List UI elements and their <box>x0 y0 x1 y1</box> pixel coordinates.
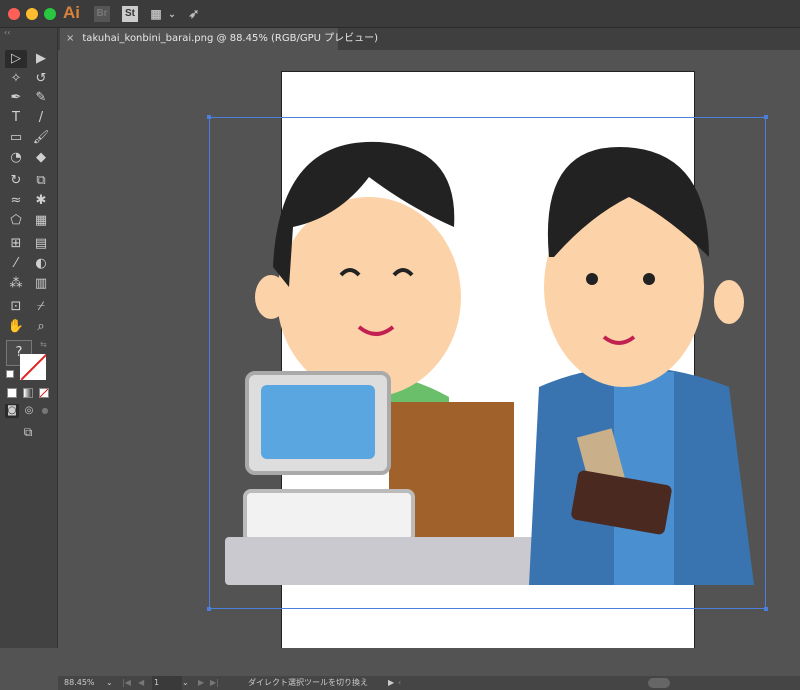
default-fill-stroke-icon[interactable] <box>6 370 14 378</box>
artboard-dropdown-icon[interactable]: ⌄ <box>182 676 189 690</box>
magic-wand-tool-icon[interactable]: ✧ <box>5 70 27 88</box>
last-artboard-button[interactable]: ▶| <box>210 676 219 690</box>
scroll-left-icon[interactable]: ‹ <box>398 676 401 690</box>
eyedropper-tool-icon[interactable]: ⁄ <box>5 255 27 273</box>
clerk-face <box>277 197 461 397</box>
workspace-layout-icon[interactable]: ▦ <box>148 6 164 22</box>
first-artboard-button[interactable]: |◀ <box>122 676 131 690</box>
rotate-tool-icon[interactable]: ↻ <box>5 172 27 190</box>
horizontal-scrollbar-thumb[interactable] <box>648 678 670 688</box>
gradient-mode-icon[interactable] <box>23 388 33 398</box>
blend-tool-icon[interactable]: ◐ <box>30 255 52 273</box>
draw-normal-icon[interactable]: ◙ <box>5 404 19 418</box>
document-tab-bar: × takuhai_konbini_barai.png @ 88.45% (RGB… <box>58 28 800 50</box>
stock-icon[interactable]: St <box>122 6 138 22</box>
bridge-icon[interactable]: Br <box>94 6 110 22</box>
collapse-panel-icon[interactable]: ‹‹ <box>4 28 10 37</box>
register-base <box>243 489 415 543</box>
none-mode-icon[interactable] <box>39 388 49 398</box>
hand-tool-icon[interactable]: ✋ <box>5 318 27 336</box>
shape-builder-tool-icon[interactable]: ⬠ <box>5 212 27 230</box>
perspective-grid-tool-icon[interactable]: ▦ <box>30 212 52 230</box>
shaper-tool-icon[interactable]: ◔ <box>5 149 27 167</box>
stroke-swatch[interactable] <box>20 354 46 380</box>
warp-tool-icon[interactable]: ≈ <box>5 192 27 210</box>
zoom-tool-icon[interactable]: ⌕ <box>30 318 52 336</box>
swap-fill-stroke-icon[interactable]: ⇆ <box>40 340 47 349</box>
scale-tool-icon[interactable]: ⧉ <box>30 172 52 190</box>
clerk-ear <box>255 275 287 319</box>
slice-tool-icon[interactable]: ⌿ <box>30 298 52 316</box>
next-artboard-button[interactable]: ▶ <box>198 676 204 690</box>
placed-illustration[interactable] <box>209 117 766 609</box>
puppet-warp-tool-icon[interactable]: ✱ <box>30 192 52 210</box>
minimize-window-button[interactable] <box>26 8 38 20</box>
zoom-window-button[interactable] <box>44 8 56 20</box>
column-graph-tool-icon[interactable]: ▥ <box>30 275 52 293</box>
selection-tool-icon[interactable]: ▷ <box>5 50 27 68</box>
draw-inside-icon[interactable]: ● <box>38 404 52 418</box>
gpu-performance-rocket-icon[interactable]: ➶ <box>186 6 202 22</box>
symbol-sprayer-tool-icon[interactable]: ⁂ <box>5 275 27 293</box>
status-bar: 88.45% ⌄ |◀ ◀ 1 ⌄ ▶ ▶| ダイレクト選択ツールを切り換え ▶… <box>58 648 800 690</box>
artboard-tool-icon[interactable]: ⊡ <box>5 298 27 316</box>
tools-panel: ‹‹ ▷ ▶ ✧ ↺ ✒ ✎ T / ▭ 🖌 ◔ ◆ ↻ ⧉ ≈ ✱ ⬠ ▦ ⊞ ▤ ⁄ ◐ ⁂ ▥ ⊡ ⌿ ✋ ⌕ ? ⇆ ◙ ◎ … <box>0 28 58 648</box>
status-tool-hint[interactable]: ダイレクト選択ツールを切り換え <box>248 676 368 690</box>
close-window-button[interactable] <box>8 8 20 20</box>
gradient-tool-icon[interactable]: ▤ <box>30 235 52 253</box>
chevron-down-icon[interactable]: ⌄ <box>164 6 180 22</box>
screen-mode-icon[interactable]: ⧉ <box>17 424 39 440</box>
title-bar: Ai Br St ▦ ⌄ ➶ <box>0 0 800 28</box>
eraser-tool-icon[interactable]: ◆ <box>30 149 52 167</box>
document-tab[interactable]: × takuhai_konbini_barai.png @ 88.45% (RGB… <box>60 28 378 50</box>
illustrator-logo: Ai <box>63 3 80 22</box>
lasso-tool-icon[interactable]: ↺ <box>30 70 52 88</box>
curvature-tool-icon[interactable]: ✎ <box>30 89 52 107</box>
direct-selection-tool-icon[interactable]: ▶ <box>30 50 52 68</box>
status-menu-icon[interactable]: ▶ <box>388 676 394 690</box>
zoom-dropdown-icon[interactable]: ⌄ <box>106 676 113 690</box>
type-tool-icon[interactable]: T <box>5 109 27 127</box>
artboard-number-field[interactable]: 1 <box>152 676 182 690</box>
mesh-tool-icon[interactable]: ⊞ <box>5 235 27 253</box>
customer-eyes <box>643 273 655 285</box>
draw-behind-icon[interactable]: ◎ <box>22 404 36 418</box>
register-screen <box>261 385 375 459</box>
previous-artboard-button[interactable]: ◀ <box>138 676 144 690</box>
customer-ear <box>714 280 744 324</box>
zoom-level[interactable]: 88.45% <box>64 676 95 690</box>
document-tab-title: takuhai_konbini_barai.png @ 88.45% (RGB/… <box>82 33 379 44</box>
color-mode-icon[interactable] <box>7 388 17 398</box>
rectangle-tool-icon[interactable]: ▭ <box>5 129 27 147</box>
pen-tool-icon[interactable]: ✒ <box>5 89 27 107</box>
paintbrush-tool-icon[interactable]: 🖌 <box>30 129 52 147</box>
line-segment-tool-icon[interactable]: / <box>30 109 52 127</box>
close-tab-icon[interactable]: × <box>66 33 74 44</box>
